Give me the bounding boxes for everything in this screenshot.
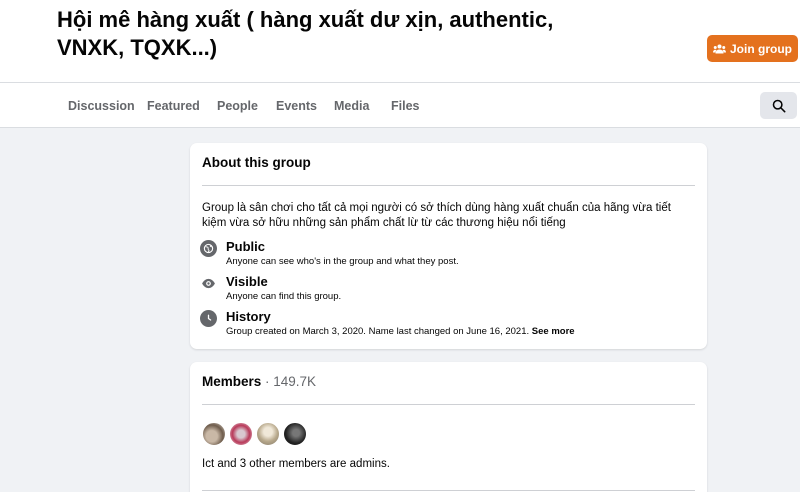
globe-icon [200,240,217,257]
avatar[interactable] [256,422,280,446]
history-title: History [226,309,271,324]
group-tab-bar: Discussion Featured People Events Media … [0,82,800,128]
about-group-card: About this group Group là sân chơi cho t… [190,143,707,349]
tab-media[interactable]: Media [334,83,369,128]
group-header: Hội mê hàng xuất ( hàng xuất dư xịn, aut… [0,0,800,82]
people-icon [713,44,726,53]
group-description: Group là sân chơi cho tất cả mọi người c… [202,202,671,229]
eye-icon [200,275,217,292]
members-card: Members · 149.7K Ict and 3 other members… [190,362,707,492]
group-title: Hội mê hàng xuất ( hàng xuất dư xịn, aut… [57,7,554,60]
avatar[interactable] [229,422,253,446]
search-icon [772,99,785,112]
visibility-subtitle: Anyone can find this group. [226,291,342,302]
search-button[interactable] [760,92,797,119]
admins-text: Ict and 3 other members are admins. [202,458,390,470]
join-group-button[interactable]: Join group [707,35,798,62]
tab-events[interactable]: Events [276,83,317,128]
privacy-subtitle: Anyone can see who's in the group and wh… [226,256,459,267]
tab-people[interactable]: People [217,83,258,128]
tab-files[interactable]: Files [391,83,420,128]
tab-discussion[interactable]: Discussion [68,83,135,128]
privacy-title: Public [226,239,266,254]
see-more-link[interactable]: See more [532,326,575,337]
members-label: Members [202,374,262,389]
about-heading: About this group [202,155,311,170]
tab-featured[interactable]: Featured [147,83,200,128]
clock-icon [200,310,217,327]
divider [202,185,695,186]
avatar[interactable] [202,422,226,446]
join-group-label: Join group [730,41,792,56]
avatar[interactable] [283,422,307,446]
visibility-title: Visible [226,274,268,289]
members-count: · 149.7K [261,374,317,389]
history-subtitle: Group created on March 3, 2020. Name las… [226,326,575,338]
history-text: Group created on March 3, 2020. Name las… [226,326,530,337]
divider [202,404,695,405]
divider [202,490,695,491]
members-heading: Members · 149.7K [202,374,316,389]
admin-avatars [202,422,307,446]
